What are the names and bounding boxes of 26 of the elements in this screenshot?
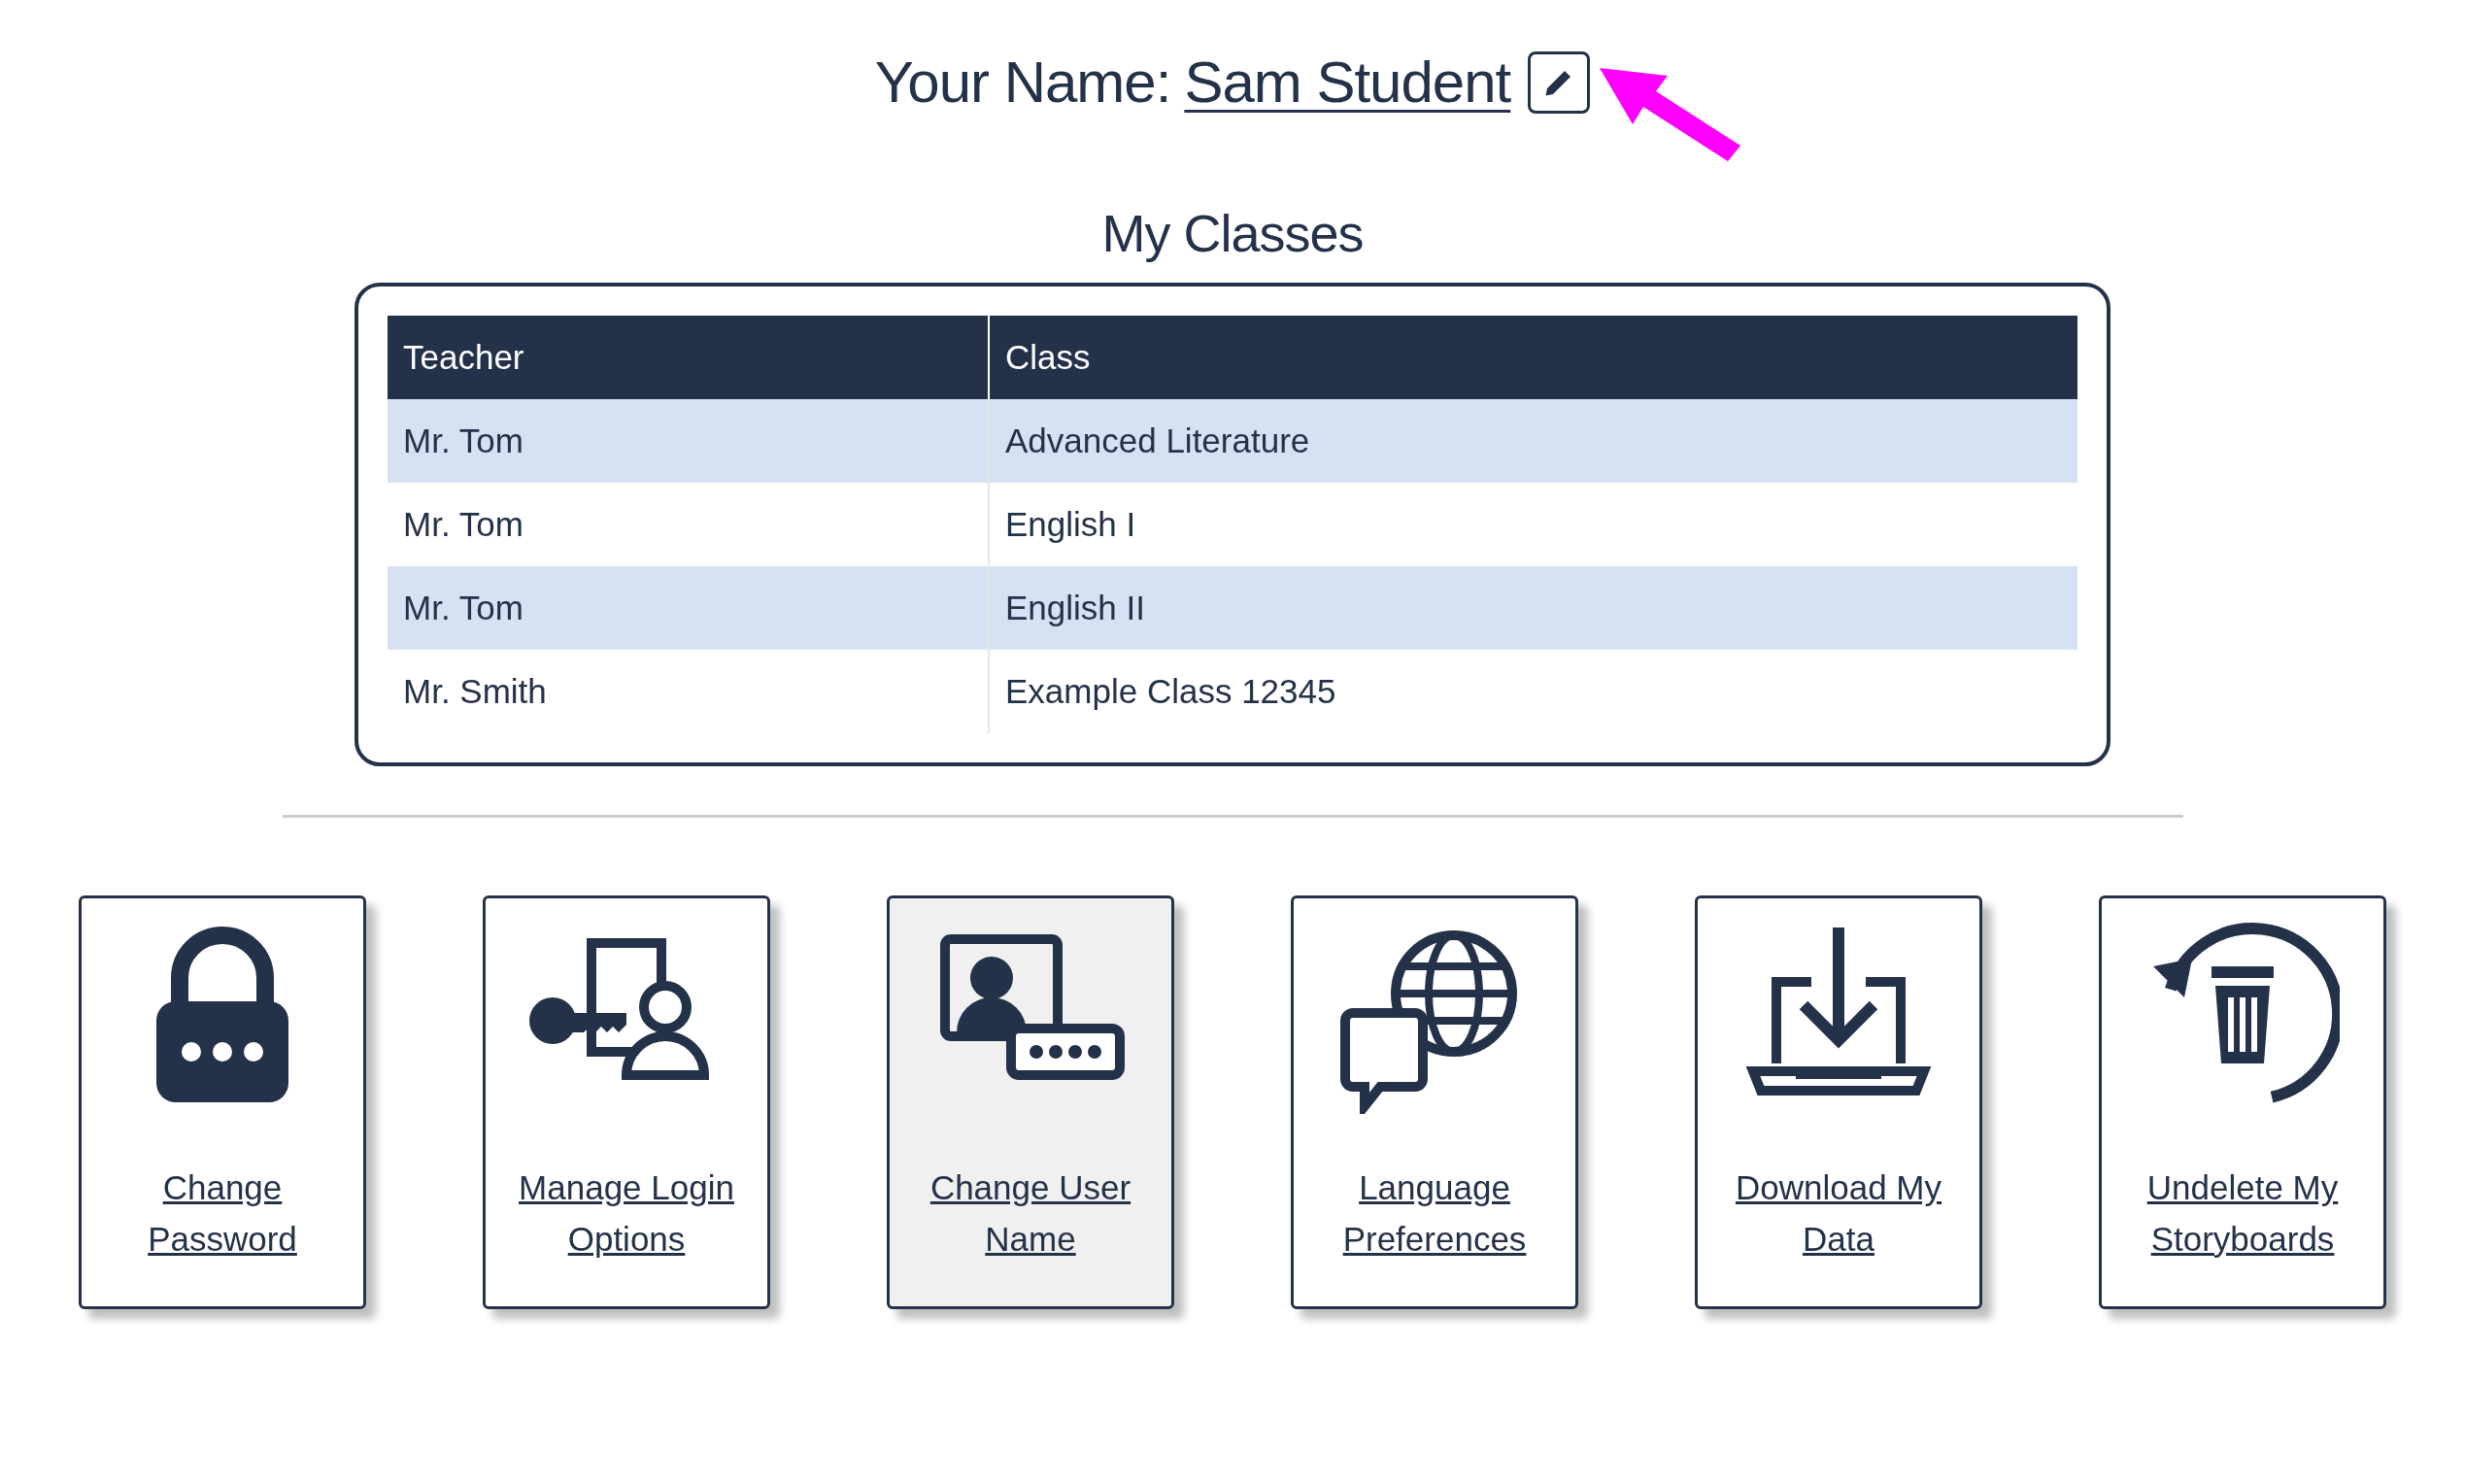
action-card[interactable]: Undelete My Storyboards bbox=[2099, 895, 2386, 1309]
table-cell: Mr. Tom bbox=[388, 566, 989, 650]
edit-name-button[interactable] bbox=[1528, 51, 1591, 114]
action-card[interactable]: Change Password bbox=[79, 895, 366, 1309]
table-cell: Example Class 12345 bbox=[989, 650, 2077, 733]
table-cell: Mr. Tom bbox=[388, 399, 989, 483]
action-link[interactable]: Change User Name bbox=[907, 1163, 1154, 1265]
column-header: Class bbox=[989, 316, 2077, 399]
table-cell: English I bbox=[989, 483, 2077, 566]
table-cell: Mr. Tom bbox=[388, 483, 989, 566]
column-header: Teacher bbox=[388, 316, 989, 399]
student-name-link[interactable]: Sam Student bbox=[1184, 49, 1511, 116]
action-card[interactable]: Language Preferences bbox=[1291, 895, 1578, 1309]
classes-heading: My Classes bbox=[1101, 203, 1364, 263]
action-link[interactable]: Undelete My Storyboards bbox=[2119, 1163, 2366, 1265]
action-card[interactable]: Download My Data bbox=[1695, 895, 1982, 1309]
table-cell: English II bbox=[989, 566, 2077, 650]
action-link[interactable]: Download My Data bbox=[1715, 1163, 1962, 1265]
action-card[interactable]: Manage Login Options bbox=[483, 895, 770, 1309]
table-cell: Advanced Literature bbox=[989, 399, 2077, 483]
table-cell: Mr. Smith bbox=[388, 650, 989, 733]
action-card[interactable]: Change User Name bbox=[887, 895, 1174, 1309]
action-link[interactable]: Change Password bbox=[99, 1163, 346, 1265]
action-link[interactable]: Language Preferences bbox=[1311, 1163, 1558, 1265]
name-label: Your Name: bbox=[874, 49, 1171, 116]
action-link[interactable]: Manage Login Options bbox=[503, 1163, 750, 1265]
